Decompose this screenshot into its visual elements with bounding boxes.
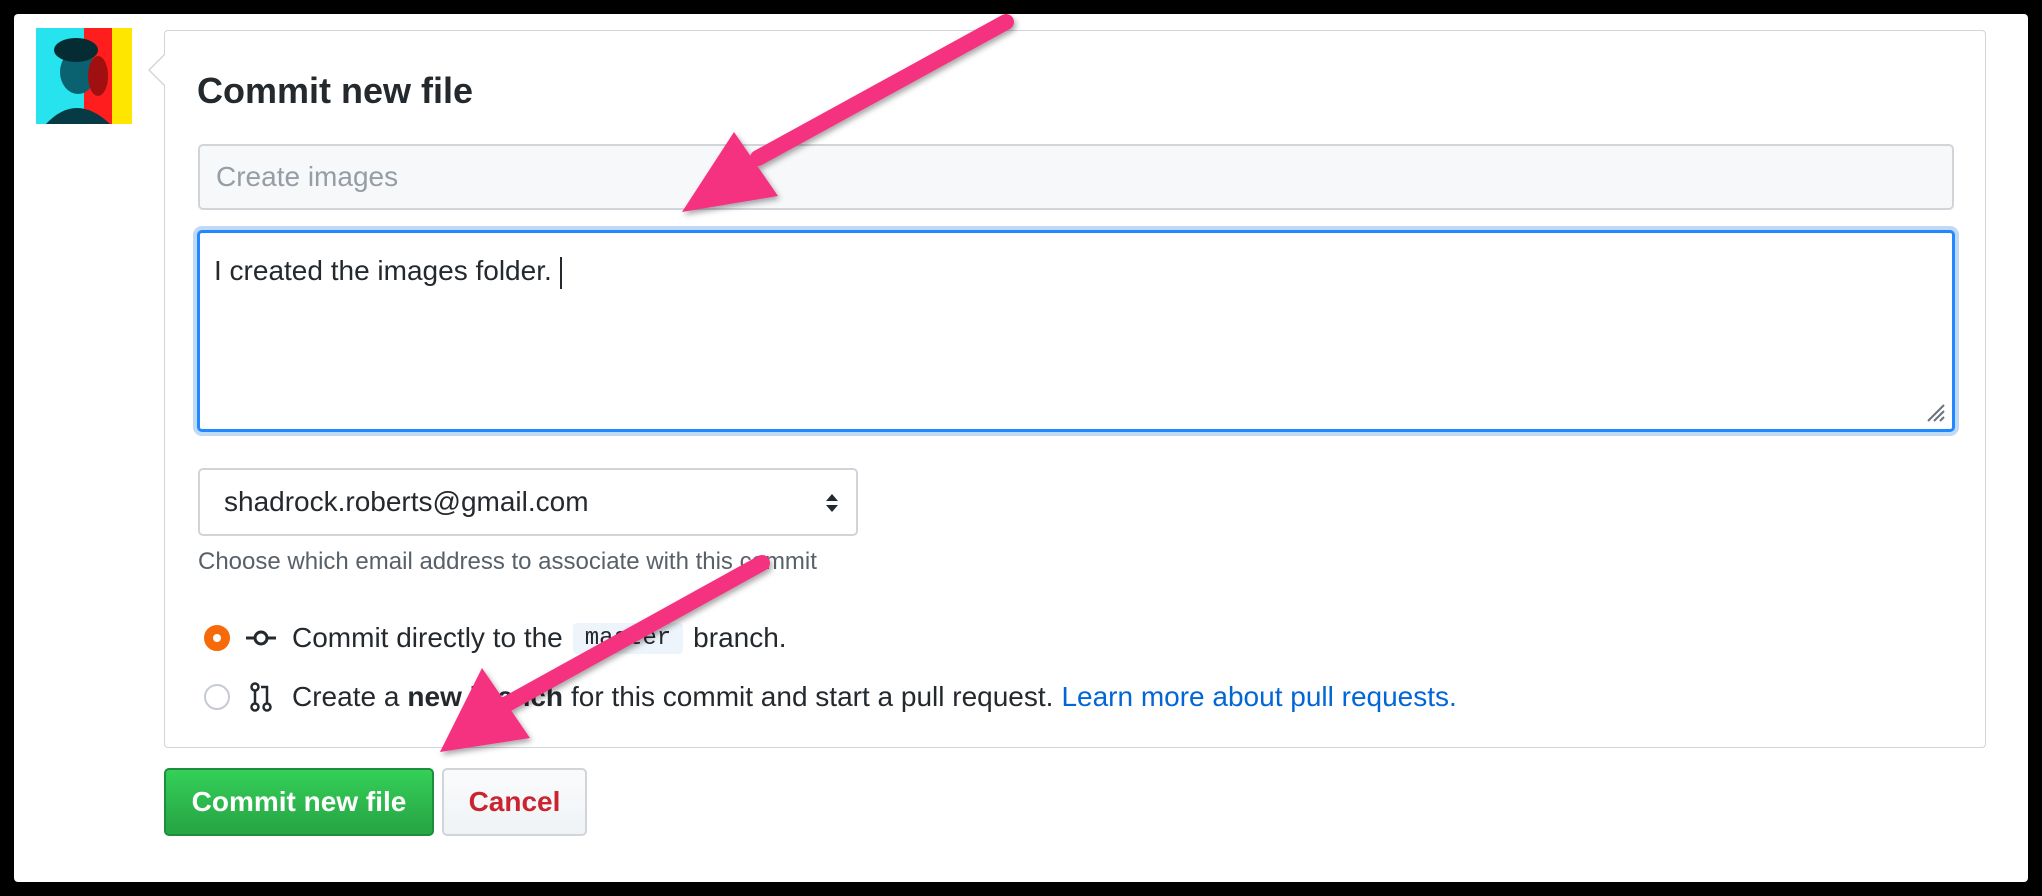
pointer-arrow-icon [440,555,770,752]
pointer-arrow-icon [682,14,1014,212]
annotation-overlay [440,14,1014,752]
